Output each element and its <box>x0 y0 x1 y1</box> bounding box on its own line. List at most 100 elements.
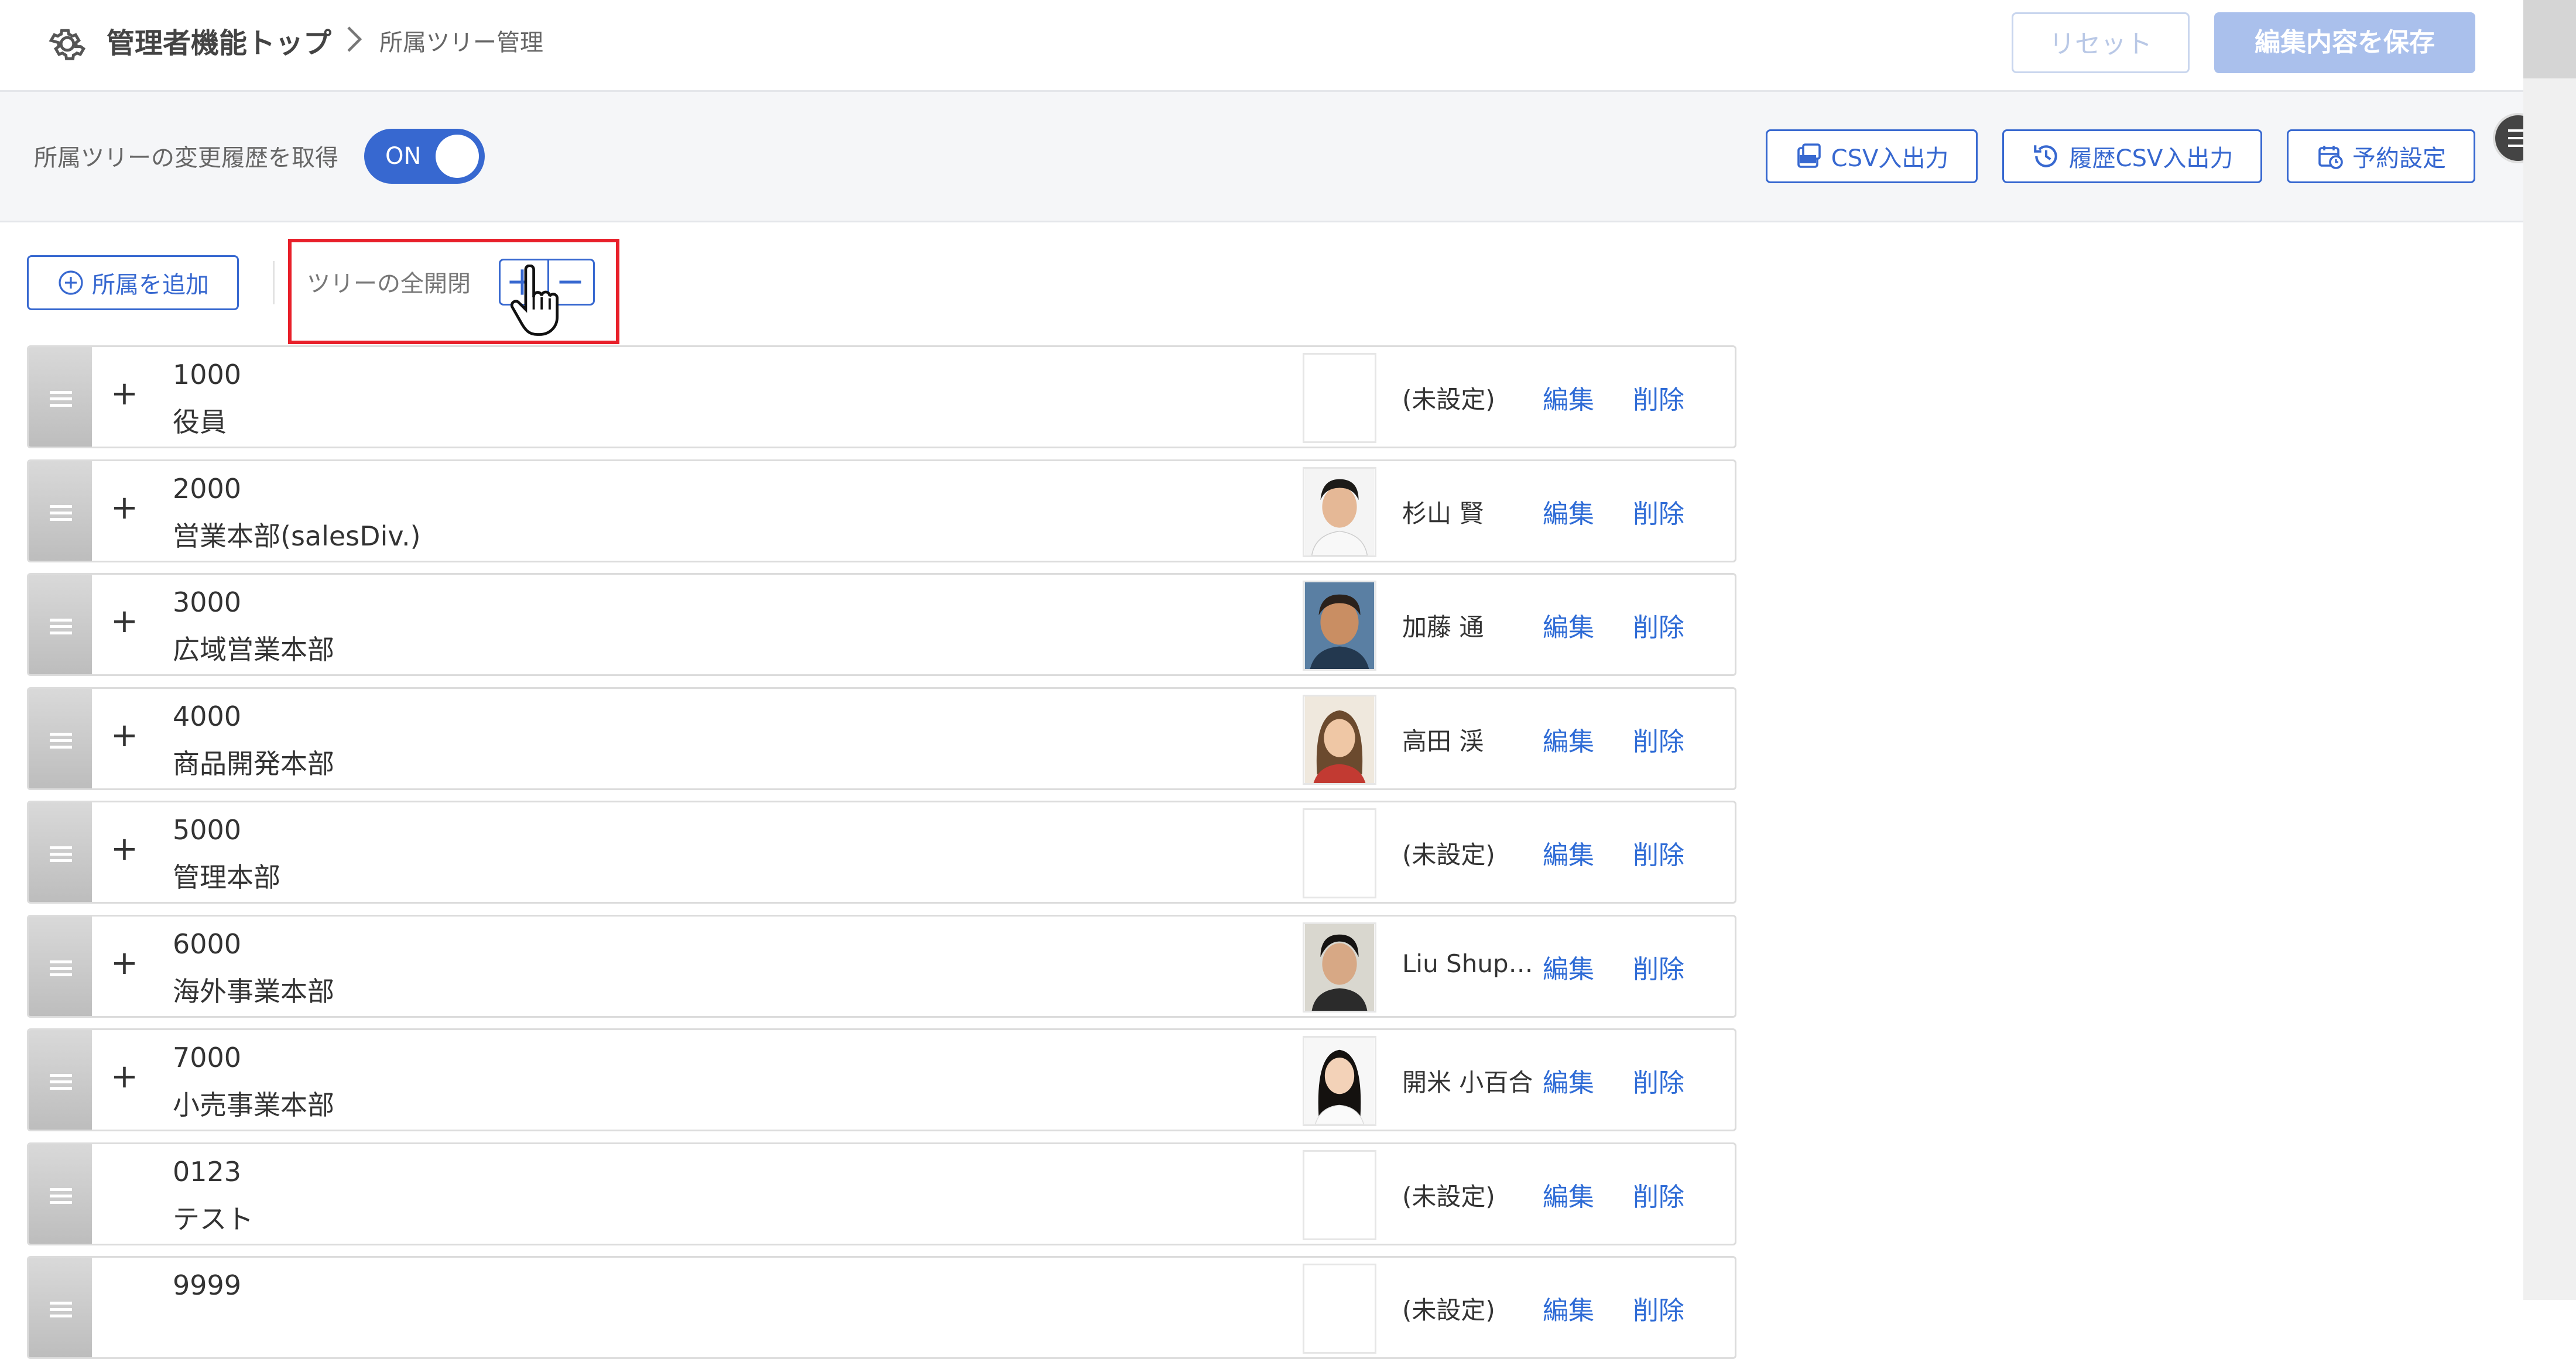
edit-link[interactable]: 編集 <box>1543 493 1594 530</box>
schedule-settings-button[interactable]: 予約設定 <box>2287 129 2475 183</box>
department-name: 海外事業本部 <box>173 975 334 1007</box>
schedule-settings-label: 予約設定 <box>2352 145 2446 172</box>
gear-icon[interactable] <box>46 22 89 66</box>
manager-name: 杉山 賢 <box>1402 499 1484 528</box>
manager-avatar <box>1303 1264 1376 1354</box>
tree-toolbar: 所属ツリーの変更履歴を取得 ON CSV入出力 履歴CSV入出力 予約設定 <box>0 92 2523 222</box>
manager-avatar <box>1303 694 1376 785</box>
manager-name: (未設定) <box>1402 1182 1495 1211</box>
history-toggle[interactable]: ON <box>364 129 485 184</box>
tree-row: +3000 広域営業本部 加藤 通 編集 削除 <box>27 573 1736 676</box>
manager-avatar <box>1303 353 1376 443</box>
department-name: 小売事業本部 <box>173 1089 334 1121</box>
department-name: 商品開発本部 <box>173 747 334 780</box>
edit-link[interactable]: 編集 <box>1543 720 1594 758</box>
manager-name: (未設定) <box>1402 385 1495 414</box>
history-setting-label: 所属ツリーの変更履歴を取得 <box>34 145 338 171</box>
delete-link[interactable]: 削除 <box>1633 720 1684 758</box>
delete-link[interactable]: 削除 <box>1633 1289 1684 1327</box>
drag-handle-icon[interactable] <box>29 802 92 902</box>
manager-name: Liu Shup… <box>1402 949 1533 978</box>
manager-avatar <box>1303 922 1376 1013</box>
add-department-label: 所属を追加 <box>92 272 209 298</box>
breadcrumb-current-page: 所属ツリー管理 <box>379 29 543 56</box>
edit-link[interactable]: 編集 <box>1543 834 1594 871</box>
scrollbar-thumb[interactable] <box>2523 0 2576 78</box>
department-code: 5000 <box>173 814 242 846</box>
csv-file-icon <box>1797 143 1821 168</box>
manager-avatar <box>1303 1149 1376 1240</box>
reset-button[interactable]: リセット <box>2012 12 2190 73</box>
toggle-knob <box>436 135 479 178</box>
tree-row: +4000 商品開発本部 高田 渓 編集 削除 <box>27 687 1736 790</box>
department-code: 2000 <box>173 472 242 505</box>
row-expand-button[interactable]: + <box>111 832 138 867</box>
manager-name: 加藤 通 <box>1402 613 1484 641</box>
edit-link[interactable]: 編集 <box>1543 1289 1594 1327</box>
department-code: 3000 <box>173 586 242 618</box>
row-expand-button[interactable]: + <box>111 604 138 639</box>
page-scrollbar[interactable] <box>2523 0 2576 1300</box>
department-name: テスト <box>173 1203 254 1235</box>
delete-link[interactable]: 削除 <box>1633 493 1684 530</box>
history-csv-label: 履歴CSV入出力 <box>2068 145 2234 172</box>
edit-link[interactable]: 編集 <box>1543 948 1594 986</box>
department-name: 役員 <box>173 406 227 438</box>
divider <box>273 261 275 304</box>
calendar-clock-icon <box>2318 146 2343 169</box>
manager-avatar <box>1303 581 1376 671</box>
row-expand-button[interactable]: + <box>111 945 138 981</box>
department-name: 広域営業本部 <box>173 634 334 665</box>
breadcrumb-admin-top[interactable]: 管理者機能トップ <box>107 20 331 61</box>
manager-avatar <box>1303 808 1376 898</box>
tree-row: +2000 営業本部(salesDiv.) 杉山 賢 編集 削除 <box>27 459 1736 562</box>
manager-name: (未設定) <box>1402 840 1495 869</box>
drag-handle-icon[interactable] <box>29 461 92 561</box>
top-header: 管理者機能トップ 所属ツリー管理 リセット 編集内容を保存 <box>0 0 2523 92</box>
edit-link[interactable]: 編集 <box>1543 1176 1594 1213</box>
drag-handle-icon[interactable] <box>29 1258 92 1357</box>
department-name: 管理本部 <box>173 862 280 893</box>
manager-name: 開米 小百合 <box>1402 1068 1533 1097</box>
chevron-right-icon <box>347 26 362 52</box>
drag-handle-icon[interactable] <box>29 1030 92 1130</box>
row-expand-button[interactable]: + <box>111 1059 138 1094</box>
edit-link[interactable]: 編集 <box>1543 379 1594 416</box>
tree-row: 0123 テスト (未設定) 編集 削除 <box>27 1142 1736 1245</box>
csv-io-button[interactable]: CSV入出力 <box>1766 129 1978 183</box>
row-expand-button[interactable]: + <box>111 718 138 753</box>
add-department-button[interactable]: 所属を追加 <box>27 255 239 310</box>
tree-row: +7000 小売事業本部 開米 小百合 編集 削除 <box>27 1028 1736 1131</box>
department-code: 4000 <box>173 700 242 732</box>
drag-handle-icon[interactable] <box>29 347 92 447</box>
delete-link[interactable]: 削除 <box>1633 1062 1684 1099</box>
edit-link[interactable]: 編集 <box>1543 1062 1594 1099</box>
delete-link[interactable]: 削除 <box>1633 834 1684 871</box>
department-code: 7000 <box>173 1042 242 1073</box>
toggle-label: ON <box>385 143 422 170</box>
history-clock-icon <box>2033 145 2057 167</box>
department-code: 1000 <box>173 359 242 390</box>
manager-avatar <box>1303 1036 1376 1126</box>
edit-link[interactable]: 編集 <box>1543 606 1594 644</box>
department-code: 9999 <box>173 1269 242 1301</box>
drag-handle-icon[interactable] <box>29 575 92 674</box>
delete-link[interactable]: 削除 <box>1633 1176 1684 1213</box>
delete-link[interactable]: 削除 <box>1633 948 1684 986</box>
tree-row: +6000 海外事業本部 Liu Shup… 編集 削除 <box>27 914 1736 1018</box>
department-name: 営業本部(salesDiv.) <box>173 520 421 552</box>
csv-io-label: CSV入出力 <box>1831 145 1949 172</box>
manager-name: (未設定) <box>1402 1296 1495 1324</box>
history-csv-button[interactable]: 履歴CSV入出力 <box>2002 129 2262 183</box>
tree-row: 9999 (未設定) 編集 削除 <box>27 1256 1736 1359</box>
highlight-box <box>288 239 619 344</box>
drag-handle-icon[interactable] <box>29 1144 92 1244</box>
manager-avatar <box>1303 466 1376 557</box>
drag-handle-icon[interactable] <box>29 916 92 1016</box>
save-button[interactable]: 編集内容を保存 <box>2214 12 2475 73</box>
delete-link[interactable]: 削除 <box>1633 379 1684 416</box>
drag-handle-icon[interactable] <box>29 688 92 788</box>
row-expand-button[interactable]: + <box>111 376 138 411</box>
delete-link[interactable]: 削除 <box>1633 606 1684 644</box>
row-expand-button[interactable]: + <box>111 490 138 526</box>
